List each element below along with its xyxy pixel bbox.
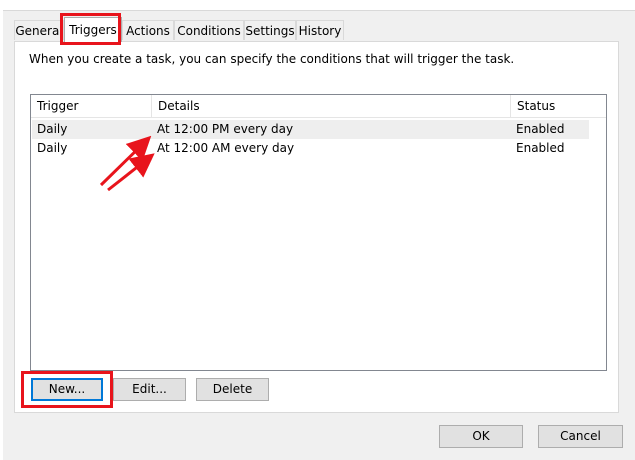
intro-text: When you create a task, you can specify … [29,52,515,66]
trigger-type: Daily [37,141,68,155]
trigger-details: At 12:00 PM every day [157,122,294,136]
cancel-button[interactable]: Cancel [538,425,623,448]
tab-general[interactable]: General [14,20,64,40]
tab-settings[interactable]: Settings [244,20,296,40]
trigger-status: Enabled [516,122,565,136]
tab-triggers[interactable]: Triggers [64,17,122,42]
tab-actions[interactable]: Actions [122,20,174,40]
triggers-list[interactable]: Trigger Details Status Daily At 12:00 PM… [30,94,607,371]
new-button[interactable]: New... [31,378,103,401]
tab-history[interactable]: History [296,20,344,40]
column-header-details[interactable]: Details [151,95,510,117]
column-header-status[interactable]: Status [510,95,606,117]
triggers-panel: When you create a task, you can specify … [14,41,619,413]
edit-button[interactable]: Edit... [113,378,186,401]
trigger-row[interactable]: Daily At 12:00 AM every day Enabled [32,139,589,158]
column-header-trigger[interactable]: Trigger [31,95,151,117]
window-top-edge [0,0,635,11]
window-left-edge [0,10,3,460]
trigger-type: Daily [37,122,68,136]
trigger-status: Enabled [516,141,565,155]
delete-button[interactable]: Delete [196,378,269,401]
ok-button[interactable]: OK [439,425,523,448]
trigger-row[interactable]: Daily At 12:00 PM every day Enabled [32,120,589,139]
list-header: Trigger Details Status [31,95,606,118]
tab-conditions[interactable]: Conditions [174,20,244,40]
trigger-details: At 12:00 AM every day [157,141,295,155]
